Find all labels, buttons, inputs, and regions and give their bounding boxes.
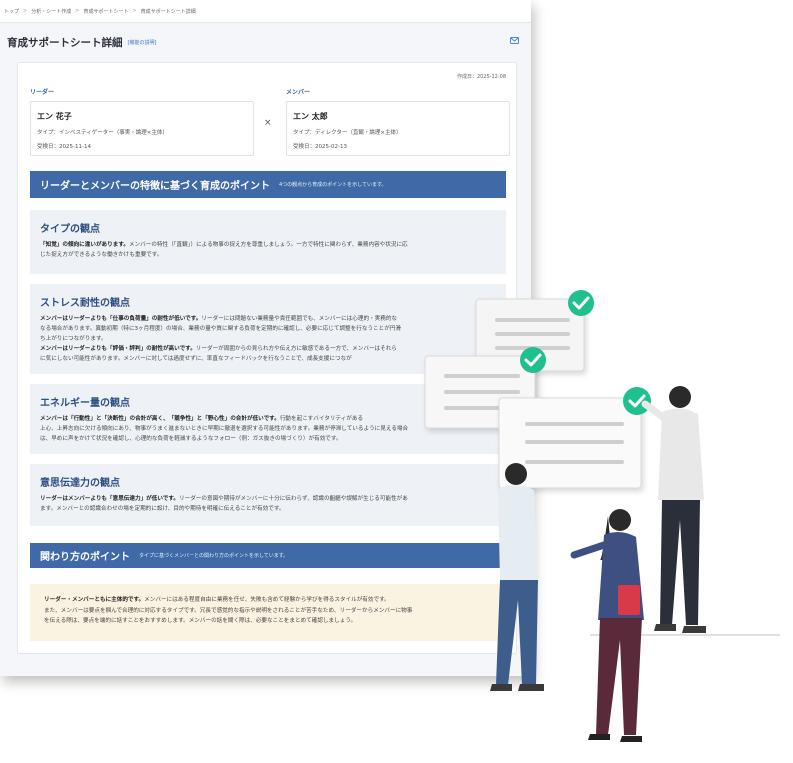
section-title: ストレス耐性の観点 [40,298,130,309]
leader-name: エン 花子 [37,112,72,121]
breadcrumb-separator: > [23,8,28,14]
section-line-text: に気にしない可能性があります。メンバーに対しては過度せずに、率直なフィードバック… [40,356,352,362]
section-title: 意思伝達力の観点 [40,478,120,489]
page-header: 育成サポートシート詳細 [機能の説明] [7,34,519,50]
breadcrumb-item-current: 育成サポートシート詳細 [140,8,196,15]
section-line-bold: メンバーはリーダーよりも「仕事の負荷量」の耐性が低いです。 [40,316,202,322]
section-energy: エネルギー量の観点 メンバーは「行動性」と「決断性」の合計が高く、「競争性」と「… [30,384,506,454]
help-link[interactable]: [機能の説明] [128,39,157,46]
breadcrumb-item-analysis[interactable]: 分析・シート作成 [31,8,71,15]
section-body: 「知覚」の傾向に違いがあります。メンバーの特性（「直観」）による物事の捉え方を尊… [40,240,495,260]
breadcrumb: トップ > 分析・シート作成 > 育成サポートシート > 育成サポートシート詳細 [0,0,531,23]
standing-man-right [641,386,706,633]
note-line-text: を伝える際は、要点を端的に話すことをおすすめします。メンバーの話を聞く際は、必要… [44,618,357,624]
leader-type: タイプ：インベスティゲーター（事実・論理×主体） [37,130,168,136]
member-label: メンバー [286,89,311,96]
check-icon [568,290,594,316]
section-line-text: リーダーには問題ない業務量や責任範囲でも、メンバーには心理的・実務的な [201,316,398,322]
note-line-bold: リーダー・メンバーともに主体的です。 [44,597,145,603]
relation-note-body: リーダー・メンバーともに主体的です。メンバーにはある程度自由に業務を任せ、失敗も… [44,595,494,627]
section-type: タイプの観点 「知覚」の傾向に違いがあります。メンバーの特性（「直観」）による物… [30,210,506,274]
growth-points-title: リーダーとメンバーの特徴に基づく育成のポイント [40,181,270,192]
member-card: エン 太郎 タイプ：ディレクター（直観・論理×主体） 受検日：2025-02-1… [286,101,510,156]
breadcrumb-item-top[interactable]: トップ [4,8,19,15]
section-line-text: ます。メンバーとの認識合わせの場を定期的に設け、目的や期待を明確に伝えることが有… [40,506,285,512]
page-title: 育成サポートシート詳細 [7,36,123,49]
relation-points-title: 関わり方のポイント [40,552,130,563]
mail-icon[interactable] [510,37,519,44]
section-body: メンバーは「行動性」と「決断性」の合計が高く、「競争性」と「野心性」の合計が低い… [40,414,495,444]
section-title: エネルギー量の観点 [40,398,130,409]
relation-note: リーダー・メンバーともに主体的です。メンバーにはある程度自由に業務を任せ、失敗も… [30,584,506,641]
section-line-text: は、早めに声をかけて状況を確認し、心理的な負荷を軽減するようなフォロー（例：ガス… [40,436,342,442]
section-communication: 意思伝達力の観点 リーダーはメンバーよりも「意思伝達力」が低いです。リーダーの意… [30,464,506,526]
section-line-text: リーダーの意図や期待がメンバーに十分に伝わらず、認識の齟齬や誤解が生じる可能性が… [179,496,408,502]
section-stress: ストレス耐性の観点 メンバーはリーダーよりも「仕事の負荷量」の耐性が低いです。リ… [30,284,506,374]
relation-points-subtitle: タイプに基づくメンバーとの関わり方のポイントを示しています。 [139,553,289,559]
created-date: 作成日：2025-12-08 [456,74,506,80]
growth-points-header: リーダーとメンバーの特徴に基づく育成のポイント 4つの観点から育成のポイントを示… [30,171,506,198]
app-window: トップ > 分析・シート作成 > 育成サポートシート > 育成サポートシート詳細… [0,0,531,676]
section-body: メンバーはリーダーよりも「仕事の負荷量」の耐性が低いです。リーダーには問題ない業… [40,314,495,364]
section-line-text: 行動を起こすバイタリティがある [279,416,364,422]
growth-points-subtitle: 4つの観点から育成のポイントを示しています。 [279,182,387,188]
member-test-date: 受検日：2025-02-13 [293,144,347,150]
section-line-text: メンバーの特性（「直観」）による物事の捉え方を尊重しましょう。一方で特性に関わら… [128,242,408,248]
member-name: エン 太郎 [293,112,328,121]
support-sheet-card: 作成日：2025-12-08 リーダー エン 花子 タイプ：インベスティゲーター… [17,62,517,654]
leader-label: リーダー [30,89,55,96]
section-line-text: なる場合があります。異動初期（特に3ヶ月程度）の場合、業務の量や質に関する負荷を… [40,326,402,332]
note-line-text: また、メンバーは要点を掴んで合理的に対応するタイプです。冗長で感覚的な指示や説明… [44,607,413,614]
breadcrumb-separator: > [75,8,80,14]
section-line-bold: メンバーは「行動性」と「決断性」の合計が高く、「競争性」と「野心性」の合計が低い… [40,416,280,422]
member-type: タイプ：ディレクター（直観・論理×主体） [293,130,402,136]
section-line-bold: メンバーはリーダーよりも「評価・評判」の耐性が高いです。 [40,346,196,352]
section-line-text: 上心、上昇志向に欠ける傾向にあり、物事がうまく進まないときに早期に撤退を選択する… [40,426,409,432]
relation-points-header: 関わり方のポイント タイプに基づくメンバーとの関わり方のポイントを示しています。 [30,543,506,568]
section-line-bold: 「知覚」の傾向に違いがあります。 [40,242,129,248]
leader-card: エン 花子 タイプ：インベスティゲーター（事実・論理×主体） 受検日：2025-… [30,101,254,156]
times-symbol: × [264,118,272,128]
section-line-text: ち上がりにつながります。 [40,336,107,342]
leader-test-date: 受検日：2025-11-14 [37,144,91,150]
standing-woman [570,509,644,742]
section-line-text: じた捉え方ができるような働きかけも重要です。 [40,252,163,258]
check-icon [623,387,651,415]
section-body: リーダーはメンバーよりも「意思伝達力」が低いです。リーダーの意図や期待がメンバー… [40,494,495,514]
breadcrumb-separator: > [132,8,137,14]
note-line-text: メンバーにはある程度自由に業務を任せ、失敗も含めて経験から学びを得るスタイルが有… [144,597,390,603]
breadcrumb-item-support-sheet[interactable]: 育成サポートシート [83,8,128,15]
section-line-bold: リーダーはメンバーよりも「意思伝達力」が低いです。 [40,496,180,502]
section-line-text: リーダーが周囲からの見られ方や伝え方に敏感である一方で、メンバーはそれら [195,346,397,352]
section-title: タイプの観点 [40,224,100,235]
